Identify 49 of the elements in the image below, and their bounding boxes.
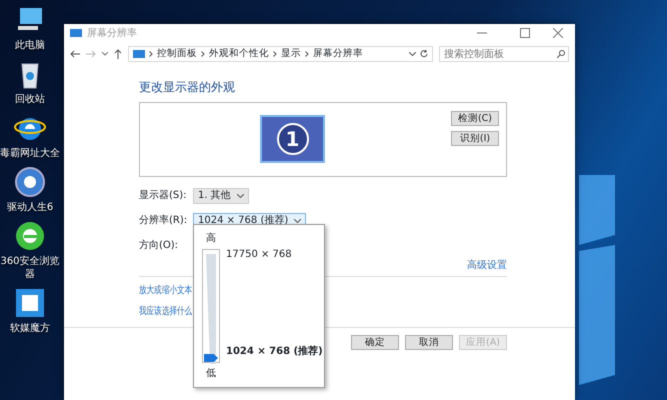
desktop-icon-label[interactable]: 此电脑 — [15, 39, 45, 52]
address-bar[interactable]: 控制面板 外观和个性化 显示 屏幕分辨率 — [128, 46, 433, 62]
resolution-option[interactable]: 17750 × 768 — [226, 247, 323, 262]
search-field[interactable]: 搜索控制面板 — [439, 46, 569, 62]
monitor-thumbnail[interactable]: 1 — [260, 115, 325, 163]
preview-button[interactable]: 检测(C) — [450, 111, 499, 126]
field-label: 显示器(S): — [139, 189, 188, 203]
back-arrow-icon[interactable] — [70, 50, 80, 58]
slider-label: 低 — [206, 367, 216, 381]
monitor-number: 1 — [276, 123, 308, 155]
desktop-icon-label[interactable]: 软媒魔方 — [10, 322, 50, 335]
chevron-icon — [149, 51, 153, 57]
caret-icon[interactable] — [102, 52, 108, 56]
chevron-icon — [201, 51, 205, 57]
help-link[interactable]: 我应该选择什么 — [139, 304, 192, 319]
maximize-icon[interactable] — [520, 28, 530, 38]
field-label: 分辨率(R): — [139, 214, 188, 228]
chevron-icon — [305, 51, 309, 57]
up-arrow-icon[interactable] — [114, 49, 122, 59]
desktop-icon-label[interactable]: 360安全浏览器 — [0, 255, 60, 281]
slider-label: 高 — [206, 232, 216, 246]
desktop-icon-label[interactable]: 毒霸网址大全 — [0, 147, 60, 160]
advanced-settings-link[interactable]: 高级设置 — [467, 258, 507, 273]
caret-icon[interactable] — [409, 52, 416, 56]
window-title: 屏幕分辨率 — [87, 26, 137, 40]
close-icon[interactable] — [553, 28, 563, 38]
breadcrumb-item[interactable]: 屏幕分辨率 — [313, 46, 363, 62]
resolution-option[interactable]: 1024 × 768 (推荐) — [226, 344, 323, 359]
caret-icon — [236, 194, 244, 198]
monitor-icon — [70, 28, 82, 38]
desktop-icon-label[interactable]: 驱动人生6 — [6, 201, 54, 214]
breadcrumb-item[interactable]: 控制面板 — [157, 46, 197, 62]
chevron-icon — [273, 51, 277, 57]
breadcrumb-item[interactable]: 显示 — [281, 46, 301, 62]
field-label: 方向(O): — [139, 238, 180, 253]
slider-thumb[interactable] — [204, 354, 218, 362]
monitor-icon — [133, 50, 145, 58]
caret-icon — [294, 218, 302, 222]
search-icon — [557, 50, 565, 58]
refresh-icon[interactable] — [420, 50, 428, 58]
help-link[interactable]: 放大或缩小文本 — [139, 283, 192, 298]
dialog-button[interactable]: 确定 — [351, 335, 399, 350]
desktop-icon-label[interactable]: 回收站 — [15, 93, 45, 106]
breadcrumb-item[interactable]: 外观和个性化 — [209, 46, 269, 62]
section-heading: 更改显示器的外观 — [139, 79, 236, 96]
dropdown-select[interactable]: 1. 其他 — [193, 188, 249, 204]
preview-button[interactable]: 识别(I) — [450, 131, 499, 146]
resolution-slider-track[interactable] — [202, 249, 220, 363]
dialog-button[interactable]: 取消 — [405, 335, 453, 350]
